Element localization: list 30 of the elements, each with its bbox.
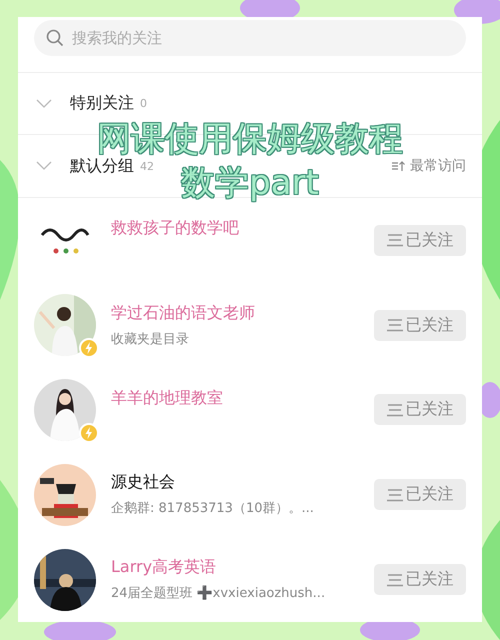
- followed-button[interactable]: 已关注: [374, 479, 466, 510]
- chevron-down-icon[interactable]: [36, 161, 52, 172]
- menu-icon: [386, 318, 402, 332]
- sort-button[interactable]: 最常访问: [392, 157, 466, 176]
- overlay-title: 数学part: [181, 162, 319, 205]
- user-bio: 24届全题型班 ➕xvxiexiaozhush...: [111, 584, 326, 602]
- followed-button[interactable]: 已关注: [374, 224, 466, 256]
- group-count: 0: [140, 97, 147, 110]
- user-bio: 企鹅群: 817853713（10群）。...: [111, 500, 315, 518]
- chevron-down-icon[interactable]: [36, 98, 52, 109]
- petal-shape: [454, 0, 500, 24]
- user-bio: 收藏夹是目录: [111, 330, 190, 348]
- petal-shape: [44, 620, 116, 640]
- sort-icon: [392, 160, 406, 172]
- menu-icon: [386, 572, 402, 587]
- search-field[interactable]: 搜索我的关注: [34, 20, 466, 56]
- user-name[interactable]: 源史社会: [111, 472, 374, 494]
- user-name[interactable]: 救救孩子的数学吧: [111, 218, 374, 239]
- group-count: 42: [140, 160, 154, 173]
- menu-icon: [386, 488, 402, 502]
- group-name: 特别关注: [70, 93, 134, 114]
- search-icon: [46, 29, 64, 47]
- menu-icon: [386, 233, 402, 248]
- user-name[interactable]: Larry高考英语: [111, 557, 374, 578]
- followed-button[interactable]: 已关注: [374, 394, 466, 426]
- followed-button[interactable]: 已关注: [374, 310, 466, 341]
- menu-icon: [386, 402, 402, 417]
- followed-button[interactable]: 已关注: [374, 564, 466, 596]
- user-name[interactable]: 羊羊的地理教室: [111, 388, 374, 408]
- user-name[interactable]: 学过石油的语文老师: [111, 302, 374, 324]
